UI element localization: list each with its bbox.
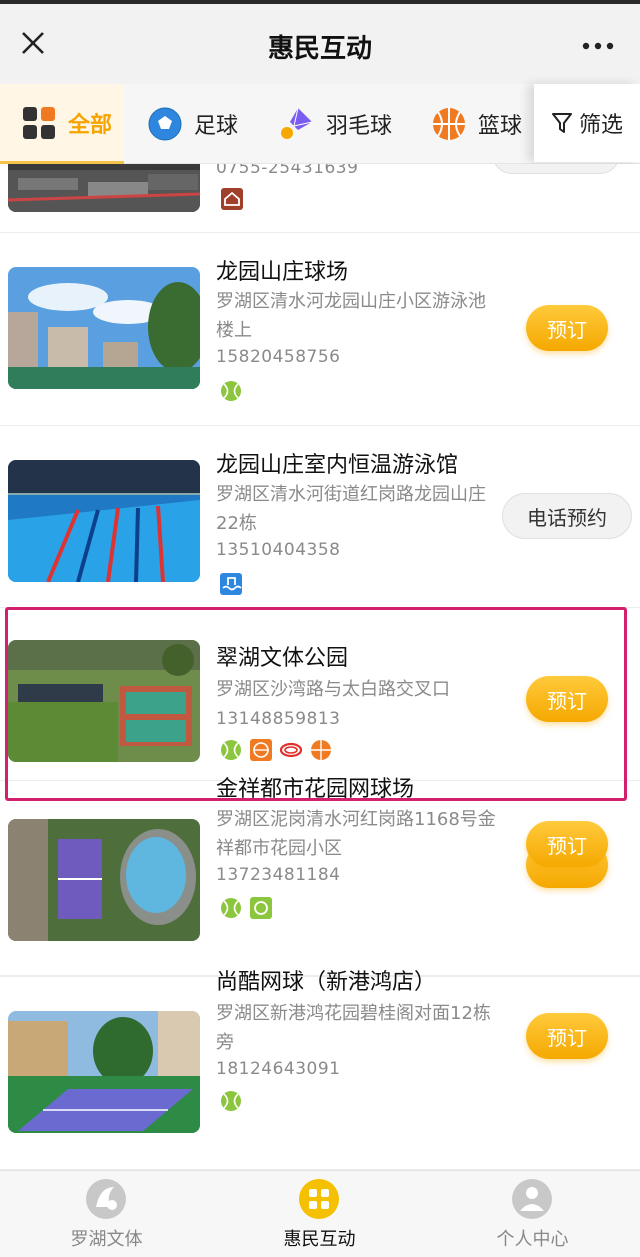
luohu-logo-icon — [86, 1179, 126, 1219]
filter-label: 筛选 — [578, 113, 623, 138]
nav-label: 罗湖文体 — [70, 1229, 143, 1250]
venue-phone: 13723481184 — [216, 865, 341, 885]
swimming-icon — [220, 573, 242, 595]
page-title: 惠民互动 — [267, 34, 372, 64]
phone-booking-button[interactable]: 电话预约 — [502, 493, 632, 539]
tennis-icon — [221, 381, 241, 401]
user-icon — [512, 1179, 552, 1219]
sport-tags — [220, 1090, 242, 1112]
tennis-icon — [221, 1091, 241, 1111]
grid-icon — [23, 106, 55, 139]
venue-phone: 0755-25431639 — [216, 164, 359, 178]
venue-name: 龙园山庄室内恒温游泳馆 — [216, 453, 459, 478]
sport-tags — [220, 897, 272, 919]
nav-label: 个人中心 — [496, 1229, 569, 1250]
venue-phone: 13510404358 — [216, 540, 341, 560]
venue-name: 龙园山庄球场 — [216, 260, 349, 285]
venue-list: 0755-25431639 龙园山庄球场 罗湖区清水河龙园山庄小区游泳池楼上 1… — [0, 164, 640, 1170]
nav-interaction[interactable]: 惠民互动 — [213, 1171, 426, 1257]
venue-photo — [8, 460, 200, 582]
home-icon — [221, 188, 243, 210]
venue-address: 罗湖区新港鸿花园碧桂阁对面12栋旁 — [216, 1003, 491, 1053]
venue-photo — [8, 1011, 200, 1133]
book-button[interactable]: 预订 — [526, 305, 608, 351]
bottom-nav: 罗湖文体 惠民互动 个人中心 — [0, 1170, 640, 1257]
action-button[interactable] — [492, 164, 620, 174]
venue-item[interactable]: 尚酷网球（新港鸿店） 罗湖区新港鸿花园碧桂阁对面12栋旁 18124643091… — [0, 970, 640, 1170]
tab-all[interactable]: 全部 — [0, 84, 124, 164]
football-icon — [148, 107, 182, 141]
top-bar: 惠民互动 — [0, 0, 640, 84]
book-button[interactable]: 预订 — [526, 1013, 608, 1059]
venue-phone: 18124643091 — [216, 1059, 341, 1079]
nav-label: 惠民互动 — [283, 1229, 356, 1250]
venue-photo — [8, 819, 200, 941]
nav-luohu-culture[interactable]: 罗湖文体 — [0, 1171, 213, 1257]
tennis-court-icon — [250, 897, 272, 919]
sport-tags — [220, 380, 242, 402]
tennis-icon — [221, 898, 241, 918]
tab-football[interactable]: 足球 — [148, 84, 238, 164]
book-button[interactable]: 预订 — [526, 821, 608, 867]
venue-address: 罗湖区泥岗清水河红岗路1168号金祥都市花园小区 — [216, 809, 496, 859]
nav-profile[interactable]: 个人中心 — [426, 1171, 639, 1257]
venue-address: 罗湖区清水河龙园山庄小区游泳池楼上 — [216, 291, 486, 341]
venue-address: 罗湖区清水河街道红岗路龙园山庄22栋 — [216, 484, 486, 534]
venue-photo — [8, 267, 200, 389]
tab-label: 羽毛球 — [326, 114, 393, 139]
tab-basketball[interactable]: 篮球 — [432, 84, 522, 164]
venue-item[interactable]: 龙园山庄室内恒温游泳馆 罗湖区清水河街道红岗路龙园山庄22栋 135104043… — [0, 426, 640, 608]
shuttlecock-icon — [281, 107, 313, 139]
venue-name: 尚酷网球（新港鸿店） — [216, 970, 437, 995]
tab-label: 全部 — [68, 112, 113, 138]
venue-item[interactable]: 龙园山庄球场 罗湖区清水河龙园山庄小区游泳池楼上 15820458756 预订 — [0, 233, 640, 426]
tab-badminton[interactable]: 羽毛球 — [278, 84, 392, 164]
venue-phone: 15820458756 — [216, 347, 341, 367]
basketball-icon — [433, 108, 465, 140]
venue-photo — [8, 164, 200, 212]
venue-item[interactable]: 金祥都市花园网球场 罗湖区泥岗清水河红岗路1168号金祥都市花园小区 13723… — [0, 777, 640, 976]
selection-highlight — [5, 607, 627, 801]
grid-circle-icon — [299, 1179, 339, 1219]
venue-item[interactable]: 0755-25431639 — [0, 164, 640, 233]
filter-button[interactable]: 筛选 — [534, 84, 640, 162]
tab-label: 足球 — [194, 114, 239, 139]
sport-tags — [220, 573, 242, 595]
filter-icon — [551, 113, 572, 133]
tab-label: 篮球 — [478, 114, 523, 139]
more-icon[interactable] — [582, 42, 614, 50]
